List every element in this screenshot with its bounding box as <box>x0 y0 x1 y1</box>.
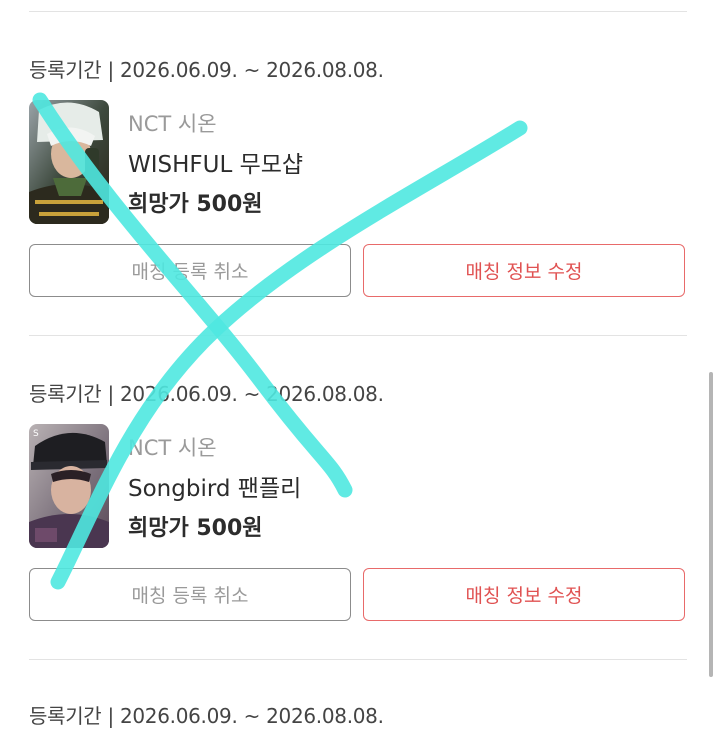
edit-matching-button[interactable]: 매칭 정보 수정 <box>363 568 685 621</box>
edit-matching-button[interactable]: 매칭 정보 수정 <box>363 244 685 297</box>
desired-price: 희망가 500원 <box>128 516 263 541</box>
divider <box>29 335 687 336</box>
registration-period: 등록기간 | 2026.06.09. ~ 2026.08.08. <box>29 58 384 82</box>
scrollbar[interactable] <box>709 372 713 677</box>
listing-card: S NCT 시온 Songbird 팬플리 희망가 500원 매칭 등록 취소 … <box>29 424 687 629</box>
item-title: WISHFUL 무모샵 <box>128 152 304 178</box>
divider <box>29 659 687 660</box>
divider <box>29 11 687 12</box>
svg-text:S: S <box>33 429 39 439</box>
cancel-matching-button[interactable]: 매칭 등록 취소 <box>29 244 351 297</box>
artist-member: NCT 시온 <box>128 112 217 136</box>
registration-period: 등록기간 | 2026.06.09. ~ 2026.08.08. <box>29 704 384 728</box>
cancel-matching-button[interactable]: 매칭 등록 취소 <box>29 568 351 621</box>
listing-card: NCT 시온 WISHFUL 무모샵 희망가 500원 매칭 등록 취소 매칭 … <box>29 100 687 305</box>
photocard-thumbnail[interactable]: S <box>29 424 109 548</box>
item-title: Songbird 팬플리 <box>128 476 302 502</box>
photocard-thumbnail[interactable] <box>29 100 109 224</box>
artist-member: NCT 시온 <box>128 436 217 460</box>
desired-price: 희망가 500원 <box>128 192 263 217</box>
registration-period: 등록기간 | 2026.06.09. ~ 2026.08.08. <box>29 382 384 406</box>
